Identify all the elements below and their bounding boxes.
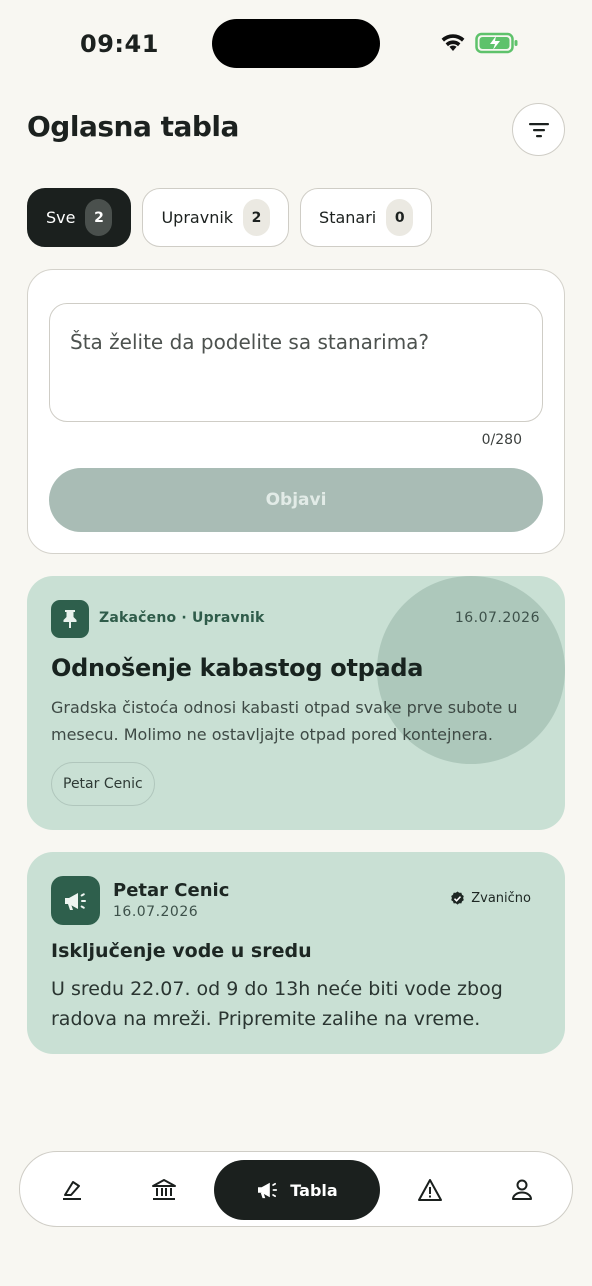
- post-card-pinned[interactable]: Zakačeno · Upravnik 16.07.2026 Odnošenje…: [27, 576, 565, 830]
- post-composer: 0/280 Objavi: [27, 269, 565, 554]
- home-edit-icon: [63, 1181, 81, 1200]
- tab-label: Stanari: [319, 208, 377, 227]
- bottom-nav: Tabla: [19, 1151, 573, 1227]
- post-date: 16.07.2026: [454, 610, 540, 626]
- char-counter: 0/280: [481, 432, 522, 448]
- status-time: 09:41: [80, 30, 159, 58]
- tab-stanari[interactable]: Stanari 0: [300, 188, 433, 247]
- tab-count-badge: 2: [243, 199, 271, 236]
- nav-item-alerts[interactable]: [406, 1152, 454, 1228]
- status-bar: 09:41: [0, 0, 592, 88]
- nav-item-tabla[interactable]: Tabla: [214, 1160, 380, 1220]
- post-body: Gradska čistoća odnosi kabasti otpad sva…: [51, 698, 518, 744]
- filter-tabs: Sve 2 Upravnik 2 Stanari 0: [27, 188, 433, 247]
- post-input[interactable]: [49, 303, 543, 422]
- megaphone-icon: [51, 876, 100, 925]
- bank-icon: [152, 1179, 176, 1200]
- tab-sve[interactable]: Sve 2: [27, 188, 132, 247]
- nav-label: Tabla: [290, 1180, 338, 1200]
- publish-button[interactable]: Objavi: [49, 468, 543, 532]
- nav-item-profile[interactable]: [498, 1152, 546, 1228]
- tab-upravnik[interactable]: Upravnik 2: [142, 188, 290, 247]
- megaphone-icon: [258, 1182, 278, 1199]
- pin-icon: [51, 600, 89, 638]
- post-meta: Zakačeno · Upravnik: [99, 610, 265, 626]
- official-label: Zvanično: [471, 891, 531, 906]
- post-title: Odnošenje kabastog otpada: [51, 654, 424, 682]
- tab-count-badge: 0: [386, 199, 414, 236]
- tab-label: Upravnik: [161, 208, 234, 227]
- post-author: Petar Cenic: [113, 880, 230, 901]
- author-chip[interactable]: Petar Cenic: [51, 762, 155, 806]
- post-card[interactable]: Petar Cenic 16.07.2026 Zvanično Isključe…: [27, 852, 565, 1054]
- warning-icon: [418, 1179, 442, 1201]
- tab-label: Sve: [46, 208, 76, 227]
- post-title: Isključenje vode u sredu: [51, 940, 312, 962]
- nav-item-building[interactable]: [140, 1152, 188, 1228]
- profile-icon: [512, 1179, 532, 1200]
- official-badge: Zvanično: [450, 891, 531, 906]
- verified-icon: [451, 891, 465, 905]
- filter-icon: [528, 122, 549, 137]
- wifi-icon: [441, 34, 465, 51]
- filter-button[interactable]: [512, 103, 565, 156]
- nav-item-home[interactable]: [48, 1152, 96, 1228]
- tab-count-badge: 2: [85, 199, 113, 236]
- dynamic-island: [212, 19, 380, 68]
- post-body: U sredu 22.07. od 9 do 13h neće biti vod…: [51, 978, 503, 1030]
- post-date: 16.07.2026: [113, 904, 199, 920]
- battery-icon: [475, 32, 518, 54]
- page-title: Oglasna tabla: [27, 110, 239, 143]
